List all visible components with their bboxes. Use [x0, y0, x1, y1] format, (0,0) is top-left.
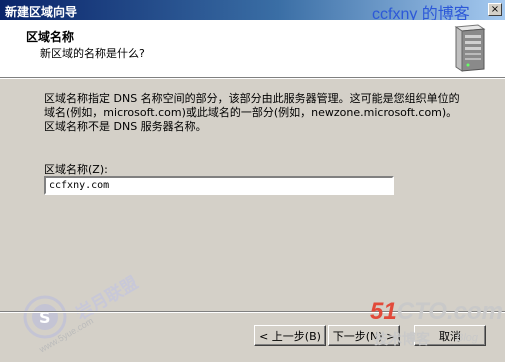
- watermark-logo-right: 51CTO.com 技术博客 Blog: [370, 298, 503, 358]
- brand-part-51: 51: [370, 298, 397, 325]
- header-divider: [0, 78, 505, 79]
- zone-name-input[interactable]: [44, 176, 394, 195]
- title-bar[interactable]: 新建区域向导 ccfxny 的博客 ×: [0, 0, 505, 23]
- right-logo-blog: Blog: [456, 332, 479, 344]
- server-icon: [454, 24, 486, 72]
- left-logo-text: 岩月联盟: [72, 273, 142, 325]
- brand-part-com: .com: [446, 298, 503, 325]
- window-title: 新建区域向导: [5, 5, 78, 19]
- watermark-logo-left: S 岩月联盟 www.5yue.com: [10, 273, 142, 355]
- right-logo-sub: 技术博客: [374, 332, 430, 348]
- brand-part-cto: CTO: [396, 298, 447, 325]
- page-title: 区域名称: [26, 30, 75, 44]
- page-subtitle: 新区域的名称是什么?: [40, 47, 145, 60]
- right-logo-brand: 51CTO.com: [370, 298, 503, 326]
- zone-description: 区域名称指定 DNS 名称空间的部分，该部分由此服务器管理。这可能是您组织单位的…: [44, 92, 460, 133]
- wizard-header: 区域名称 新区域的名称是什么?: [0, 20, 505, 78]
- zone-name-label: 区域名称(Z):: [44, 163, 108, 176]
- close-button[interactable]: ×: [488, 3, 502, 16]
- back-button[interactable]: < 上一步(B): [254, 325, 326, 346]
